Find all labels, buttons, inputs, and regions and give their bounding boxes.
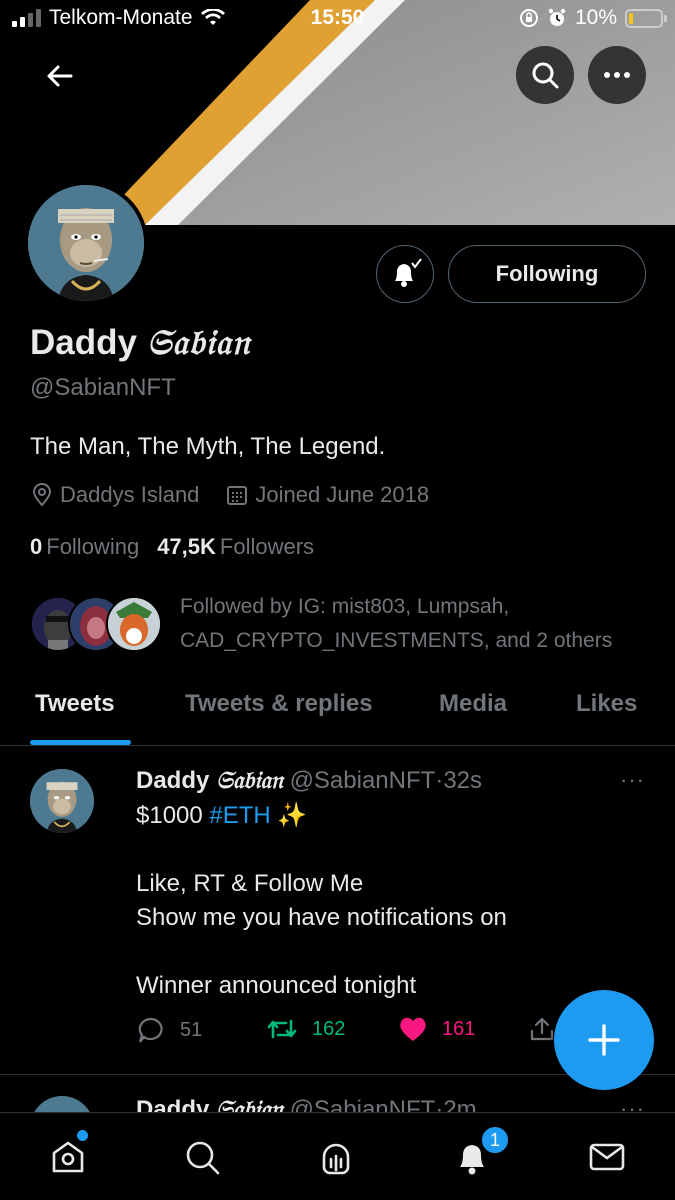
- tweet-text: $1000 #ETH ✨ Like, RT & Follow Me Show m…: [136, 799, 507, 1003]
- tweet[interactable]: Daddy 𝔖𝔞𝔟𝔦𝔞𝔫 @SabianNFT·2m ···: [0, 1076, 675, 1112]
- display-name-plain: Daddy: [30, 323, 147, 362]
- tweet-more-button[interactable]: ···: [620, 767, 645, 793]
- followers-count: 47,5K: [157, 534, 216, 559]
- profile-meta: Daddys Island Joined June 2018: [30, 482, 429, 508]
- tweet-author-name-gothic: 𝔖𝔞𝔟𝔦𝔞𝔫: [216, 1094, 283, 1112]
- back-button[interactable]: [30, 47, 88, 105]
- tweet-avatar[interactable]: [30, 1096, 94, 1112]
- search-icon: [186, 1141, 220, 1175]
- tweet-author-name-gothic: 𝔖𝔞𝔟𝔦𝔞𝔫: [216, 765, 283, 794]
- active-tab-indicator: [30, 740, 131, 745]
- bottom-navigation: 1: [0, 1112, 675, 1200]
- location: Daddys Island: [30, 482, 199, 508]
- like-count: 161: [442, 1017, 476, 1040]
- followed-by-text[interactable]: Followed by IG: mist803, Lumpsah, CAD_CR…: [180, 590, 650, 658]
- bell-check-icon: [395, 258, 422, 287]
- following-label: Following: [46, 534, 140, 559]
- tweet-line: Winner announced tonight: [136, 972, 417, 999]
- location-pin-icon: [32, 483, 52, 507]
- location-label: Daddys Island: [60, 482, 200, 507]
- profile-handle: @SabianNFT: [30, 374, 176, 401]
- tweet-line: Like, RT & Follow Me: [136, 870, 364, 897]
- profile-display-name: Daddy 𝔖𝔞𝔟𝔦𝔞𝔫: [30, 322, 250, 363]
- arrow-left-icon: [47, 65, 73, 87]
- reply-count: 51: [180, 1018, 203, 1041]
- nav-search[interactable]: [180, 1135, 224, 1179]
- ape-avatar-image: [28, 185, 144, 301]
- tweet-author-name-plain: Daddy: [136, 767, 217, 794]
- tweet-author-handle[interactable]: @SabianNFT: [290, 1096, 436, 1112]
- rotation-lock-icon: [519, 9, 538, 27]
- tweet-more-button[interactable]: ···: [620, 1096, 645, 1112]
- joined-date: Joined June 2018: [225, 482, 429, 508]
- reply-button[interactable]: 51: [136, 1015, 202, 1045]
- tab-likes[interactable]: Likes: [576, 690, 637, 718]
- follower-avatar: [106, 596, 162, 652]
- spaces-microphone-icon: [322, 1143, 350, 1175]
- battery-icon: [625, 8, 667, 28]
- alarm-icon: [548, 8, 566, 26]
- tweet-author-handle[interactable]: @SabianNFT: [290, 767, 436, 794]
- more-horizontal-icon: [604, 72, 630, 78]
- nav-messages[interactable]: [585, 1135, 629, 1179]
- tweet-avatar[interactable]: [30, 769, 94, 833]
- home-unread-dot: [77, 1130, 88, 1141]
- share-icon: [530, 1017, 554, 1041]
- tweet-author-name[interactable]: Daddy 𝔖𝔞𝔟𝔦𝔞𝔫: [136, 1094, 283, 1112]
- like-button[interactable]: 161: [398, 1015, 475, 1043]
- retweet-count: 162: [312, 1017, 346, 1040]
- nav-home[interactable]: [46, 1135, 90, 1179]
- joined-label: Joined June 2018: [255, 482, 430, 507]
- plus-icon: [588, 1024, 620, 1056]
- followed-by-avatars[interactable]: [30, 596, 162, 656]
- tweet-author-name[interactable]: Daddy 𝔖𝔞𝔟𝔦𝔞𝔫: [136, 765, 283, 794]
- nav-spaces[interactable]: [314, 1135, 358, 1179]
- notifications-toggle-button[interactable]: [376, 245, 434, 303]
- tweet-author-name-plain: Daddy: [136, 1096, 217, 1112]
- notification-badge: 1: [480, 1125, 510, 1155]
- tweet-line: $1000 #ETH ✨: [136, 799, 507, 833]
- followers-label: Followers: [219, 534, 315, 559]
- following-stat[interactable]: 0 Following: [30, 534, 139, 560]
- tab-tweets-replies[interactable]: Tweets & replies: [185, 690, 373, 718]
- tweet-header: Daddy 𝔖𝔞𝔟𝔦𝔞𝔫 @SabianNFT·32s: [136, 765, 482, 795]
- status-bar: Telkom-Monate 15:50 10%: [0, 0, 675, 40]
- following-count: 0: [30, 534, 43, 559]
- followers-stat[interactable]: 47,5K Followers: [157, 534, 314, 560]
- tweet-timestamp[interactable]: 32s: [443, 767, 482, 794]
- battery-percent: 10%: [574, 6, 617, 29]
- sparkles-emoji: ✨: [270, 802, 308, 829]
- follow-stats: 0 Following 47,5K Followers: [30, 534, 314, 560]
- status-right: 10%: [519, 6, 667, 30]
- tweet-line: Show me you have notifications on: [136, 904, 507, 931]
- home-icon: [52, 1141, 84, 1173]
- profile-tabs: Tweets Tweets & replies Media Likes: [0, 680, 675, 746]
- tweet-actions: 51 162 161: [136, 1015, 556, 1055]
- profile-bio: The Man, The Myth, The Legend.: [30, 433, 386, 460]
- following-button[interactable]: Following: [448, 245, 646, 303]
- search-icon: [532, 62, 559, 89]
- display-name-gothic: 𝔖𝔞𝔟𝔦𝔞𝔫: [146, 322, 251, 363]
- hashtag-link[interactable]: #ETH: [209, 802, 270, 829]
- compose-tweet-button[interactable]: [554, 990, 654, 1090]
- tweet-amount: $1000: [136, 802, 210, 829]
- tab-tweets[interactable]: Tweets: [35, 690, 115, 718]
- search-button[interactable]: [516, 46, 574, 104]
- tab-media[interactable]: Media: [439, 690, 507, 718]
- heart-filled-icon: [400, 1017, 426, 1041]
- retweet-button[interactable]: 162: [266, 1015, 345, 1043]
- tweet-timestamp[interactable]: 2m: [443, 1096, 476, 1112]
- mail-icon: [589, 1143, 625, 1171]
- reply-icon: [138, 1017, 163, 1043]
- tweet-header: Daddy 𝔖𝔞𝔟𝔦𝔞𝔫 @SabianNFT·2m: [136, 1094, 477, 1112]
- more-button[interactable]: [588, 46, 646, 104]
- profile-avatar[interactable]: [24, 181, 148, 305]
- calendar-icon: [227, 486, 248, 505]
- retweet-icon: [267, 1019, 297, 1039]
- share-button[interactable]: [528, 1015, 556, 1043]
